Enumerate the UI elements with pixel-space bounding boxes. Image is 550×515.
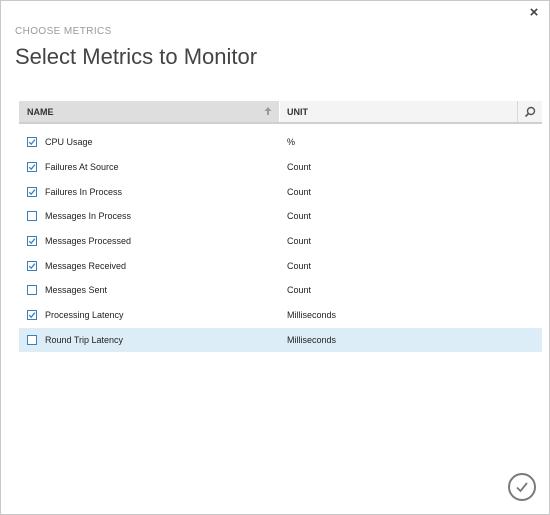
check-icon (28, 262, 36, 269)
search-button[interactable] (517, 101, 542, 122)
metric-checkbox[interactable] (27, 162, 37, 173)
metric-name: Messages Processed (45, 236, 132, 247)
checkmark-icon (516, 482, 528, 493)
metric-name: Round Trip Latency (45, 334, 124, 345)
table-row[interactable]: Failures At Source Count (19, 155, 542, 180)
column-header-name[interactable]: NAME (19, 101, 280, 122)
metric-unit: Milliseconds (287, 310, 337, 321)
metric-checkbox[interactable] (27, 137, 37, 148)
metric-checkbox[interactable] (27, 186, 37, 197)
check-icon (28, 164, 36, 171)
table-row[interactable]: Messages Sent Count (19, 278, 542, 303)
check-icon (28, 312, 36, 319)
column-header-unit-label: UNIT (287, 106, 308, 117)
column-header-unit[interactable]: UNIT (280, 101, 517, 122)
table-body: CPU Usage% Failures At Source Count Failure… (19, 130, 542, 353)
metric-checkbox[interactable] (27, 260, 37, 271)
metric-checkbox[interactable] (27, 211, 37, 222)
table-row[interactable]: Round Trip Latency Milliseconds (19, 327, 542, 353)
column-header-name-label: NAME (27, 106, 54, 117)
metric-name-cell: Messages Processed (19, 236, 280, 247)
metric-checkbox[interactable] (27, 236, 37, 247)
table-header: NAME UNIT (19, 101, 542, 124)
metric-name-cell: Failures At Source (19, 162, 280, 173)
table-row[interactable]: Failures In Process Count (19, 179, 542, 204)
metric-name-cell: CPU Usage (19, 137, 280, 148)
metric-checkbox[interactable] (27, 285, 37, 296)
metric-name: Messages Received (45, 260, 127, 271)
metric-name-cell: Messages In Process (19, 211, 280, 222)
metric-unit: Count (287, 285, 312, 296)
metric-unit: Count (287, 162, 312, 173)
metric-name-cell: Failures In Process (19, 186, 280, 197)
dialog-title: Select Metrics to Monitor (15, 44, 258, 69)
metrics-table: NAME UNIT CPU Usage% Failures At Source Co… (19, 101, 542, 353)
metric-checkbox[interactable] (27, 334, 37, 345)
metric-unit: Count (287, 236, 312, 247)
check-icon (28, 238, 36, 245)
table-row[interactable]: Messages Received Count (19, 253, 542, 278)
metric-unit: Count (287, 211, 312, 222)
metric-name: Messages Sent (45, 285, 108, 296)
metric-checkbox[interactable] (27, 310, 37, 321)
metric-name-cell: Messages Sent (19, 285, 280, 296)
metric-name: Failures At Source (45, 162, 119, 173)
search-icon (524, 106, 536, 117)
table-row[interactable]: Messages Processed Count (19, 229, 542, 254)
metric-unit: Milliseconds (287, 334, 337, 345)
metric-unit: Count (287, 260, 312, 271)
sort-ascending-icon[interactable] (263, 106, 273, 116)
check-icon (28, 188, 36, 195)
table-row[interactable]: Messages In Process Count (19, 204, 542, 229)
table-row[interactable]: CPU Usage% (19, 130, 542, 155)
choose-metrics-dialog: × CHOOSE METRICS Select Metrics to Monit… (0, 0, 550, 515)
close-icon[interactable]: × (527, 5, 541, 20)
metric-name-cell: Round Trip Latency (19, 334, 280, 345)
metric-unit: Count (287, 186, 312, 197)
metric-unit: % (287, 137, 296, 148)
table-row[interactable]: Processing Latency Milliseconds (19, 303, 542, 328)
confirm-button[interactable] (508, 473, 536, 501)
metric-name: Failures In Process (45, 186, 123, 197)
metric-name: CPU Usage (45, 137, 93, 148)
dialog-subtitle: CHOOSE METRICS (15, 26, 112, 37)
metric-name-cell: Processing Latency (19, 310, 280, 321)
metric-name: Messages In Process (45, 211, 132, 222)
metric-name: Processing Latency (45, 310, 124, 321)
check-icon (28, 139, 36, 146)
metric-name-cell: Messages Received (19, 260, 280, 271)
